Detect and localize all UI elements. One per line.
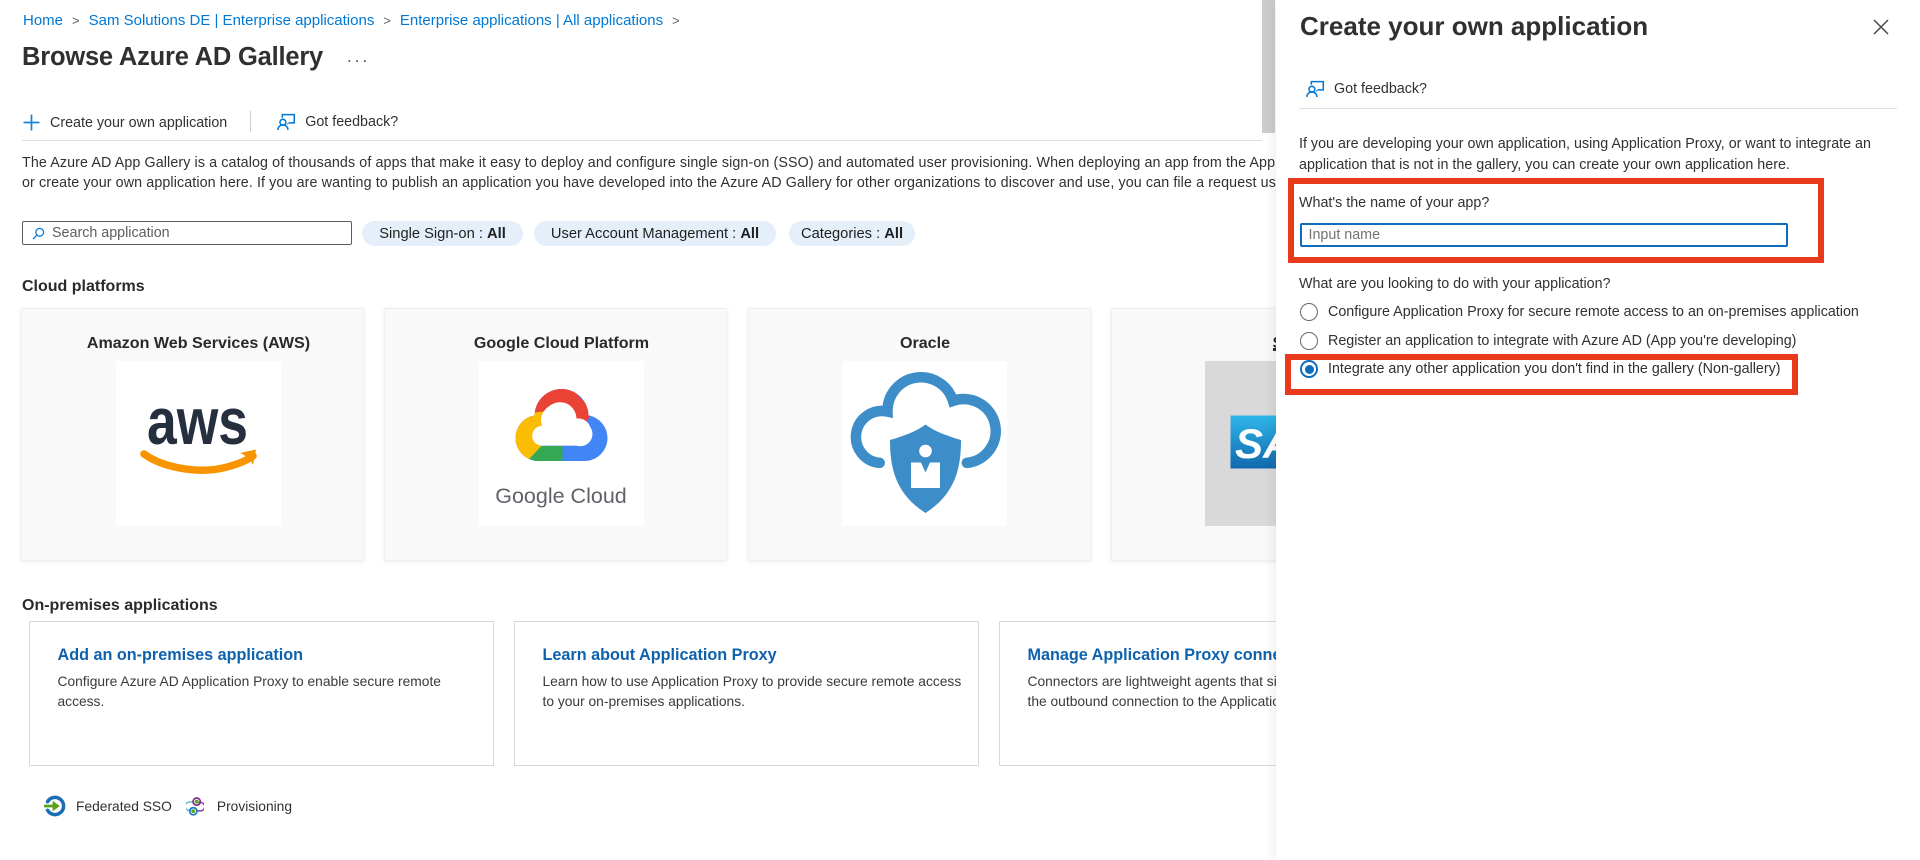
svg-text:Google Cloud: Google Cloud [495, 484, 626, 508]
svg-text:aws: aws [147, 384, 248, 458]
